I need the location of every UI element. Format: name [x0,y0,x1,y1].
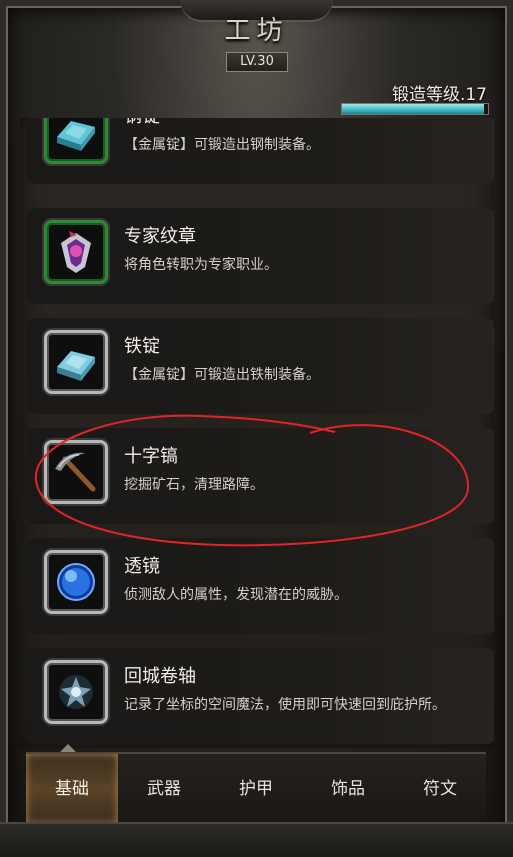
iron-ingot-icon [44,330,108,394]
pickaxe-icon [44,440,108,504]
expert-emblem-icon [44,220,108,284]
tab-basic[interactable]: 基础 [26,754,118,824]
steel-ingot-icon [44,118,108,164]
item-desc: 侦测敌人的属性，发现潜在的威胁。 [124,587,348,603]
item-name: 专家纹章 [124,226,196,247]
item-name: 透镜 [124,556,160,577]
list-item-pickaxe[interactable]: 十字镐 挖掘矿石，清理路障。 [26,428,494,524]
item-desc: 挖掘矿石，清理路障。 [124,477,264,493]
list-item-return-scroll[interactable]: 回城卷轴 记录了坐标的空间魔法，使用即可快速回到庇护所。 [26,648,494,744]
list-item-lens[interactable]: 透镜 侦测敌人的属性，发现潜在的威胁。 [26,538,494,634]
level-badge: LV.30 [226,52,288,72]
active-tab-pointer [60,744,76,752]
item-desc: 【金属锭】可锻造出铁制装备。 [124,367,320,383]
lens-icon [44,550,108,614]
item-name: 钢锭 [124,118,160,128]
list-item-expert-emblem[interactable]: 专家纹章 将角色转职为专家职业。 [26,208,494,304]
tab-runes[interactable]: 符文 [394,754,486,824]
item-desc: 【金属锭】可锻造出钢制装备。 [124,137,320,153]
page-title: 工坊 [224,16,289,46]
tab-armor[interactable]: 护甲 [210,754,302,824]
item-name: 铁锭 [124,336,160,357]
tab-weapons[interactable]: 武器 [118,754,210,824]
item-desc: 记录了坐标的空间魔法，使用即可快速回到庇护所。 [124,697,446,713]
forge-progress-fill [342,104,484,114]
bottom-ornament [0,822,513,857]
category-tabs: 基础 武器 护甲 饰品 符文 [26,752,486,824]
return-scroll-icon [44,660,108,724]
tab-accessories[interactable]: 饰品 [302,754,394,824]
item-list[interactable]: 钢锭 【金属锭】可锻造出钢制装备。 专家纹章 将角色转职为专家职业。 铁锭 【金 [20,118,494,748]
item-name: 十字镐 [124,446,178,467]
forge-level-label: 锻造等级.17 [391,85,487,105]
list-item-steel-ingot[interactable]: 钢锭 【金属锭】可锻造出钢制装备。 [26,118,494,184]
list-item-iron-ingot[interactable]: 铁锭 【金属锭】可锻造出铁制装备。 [26,318,494,414]
forge-progress-bar [341,103,489,115]
item-name: 回城卷轴 [124,666,196,687]
item-desc: 将角色转职为专家职业。 [124,257,278,273]
